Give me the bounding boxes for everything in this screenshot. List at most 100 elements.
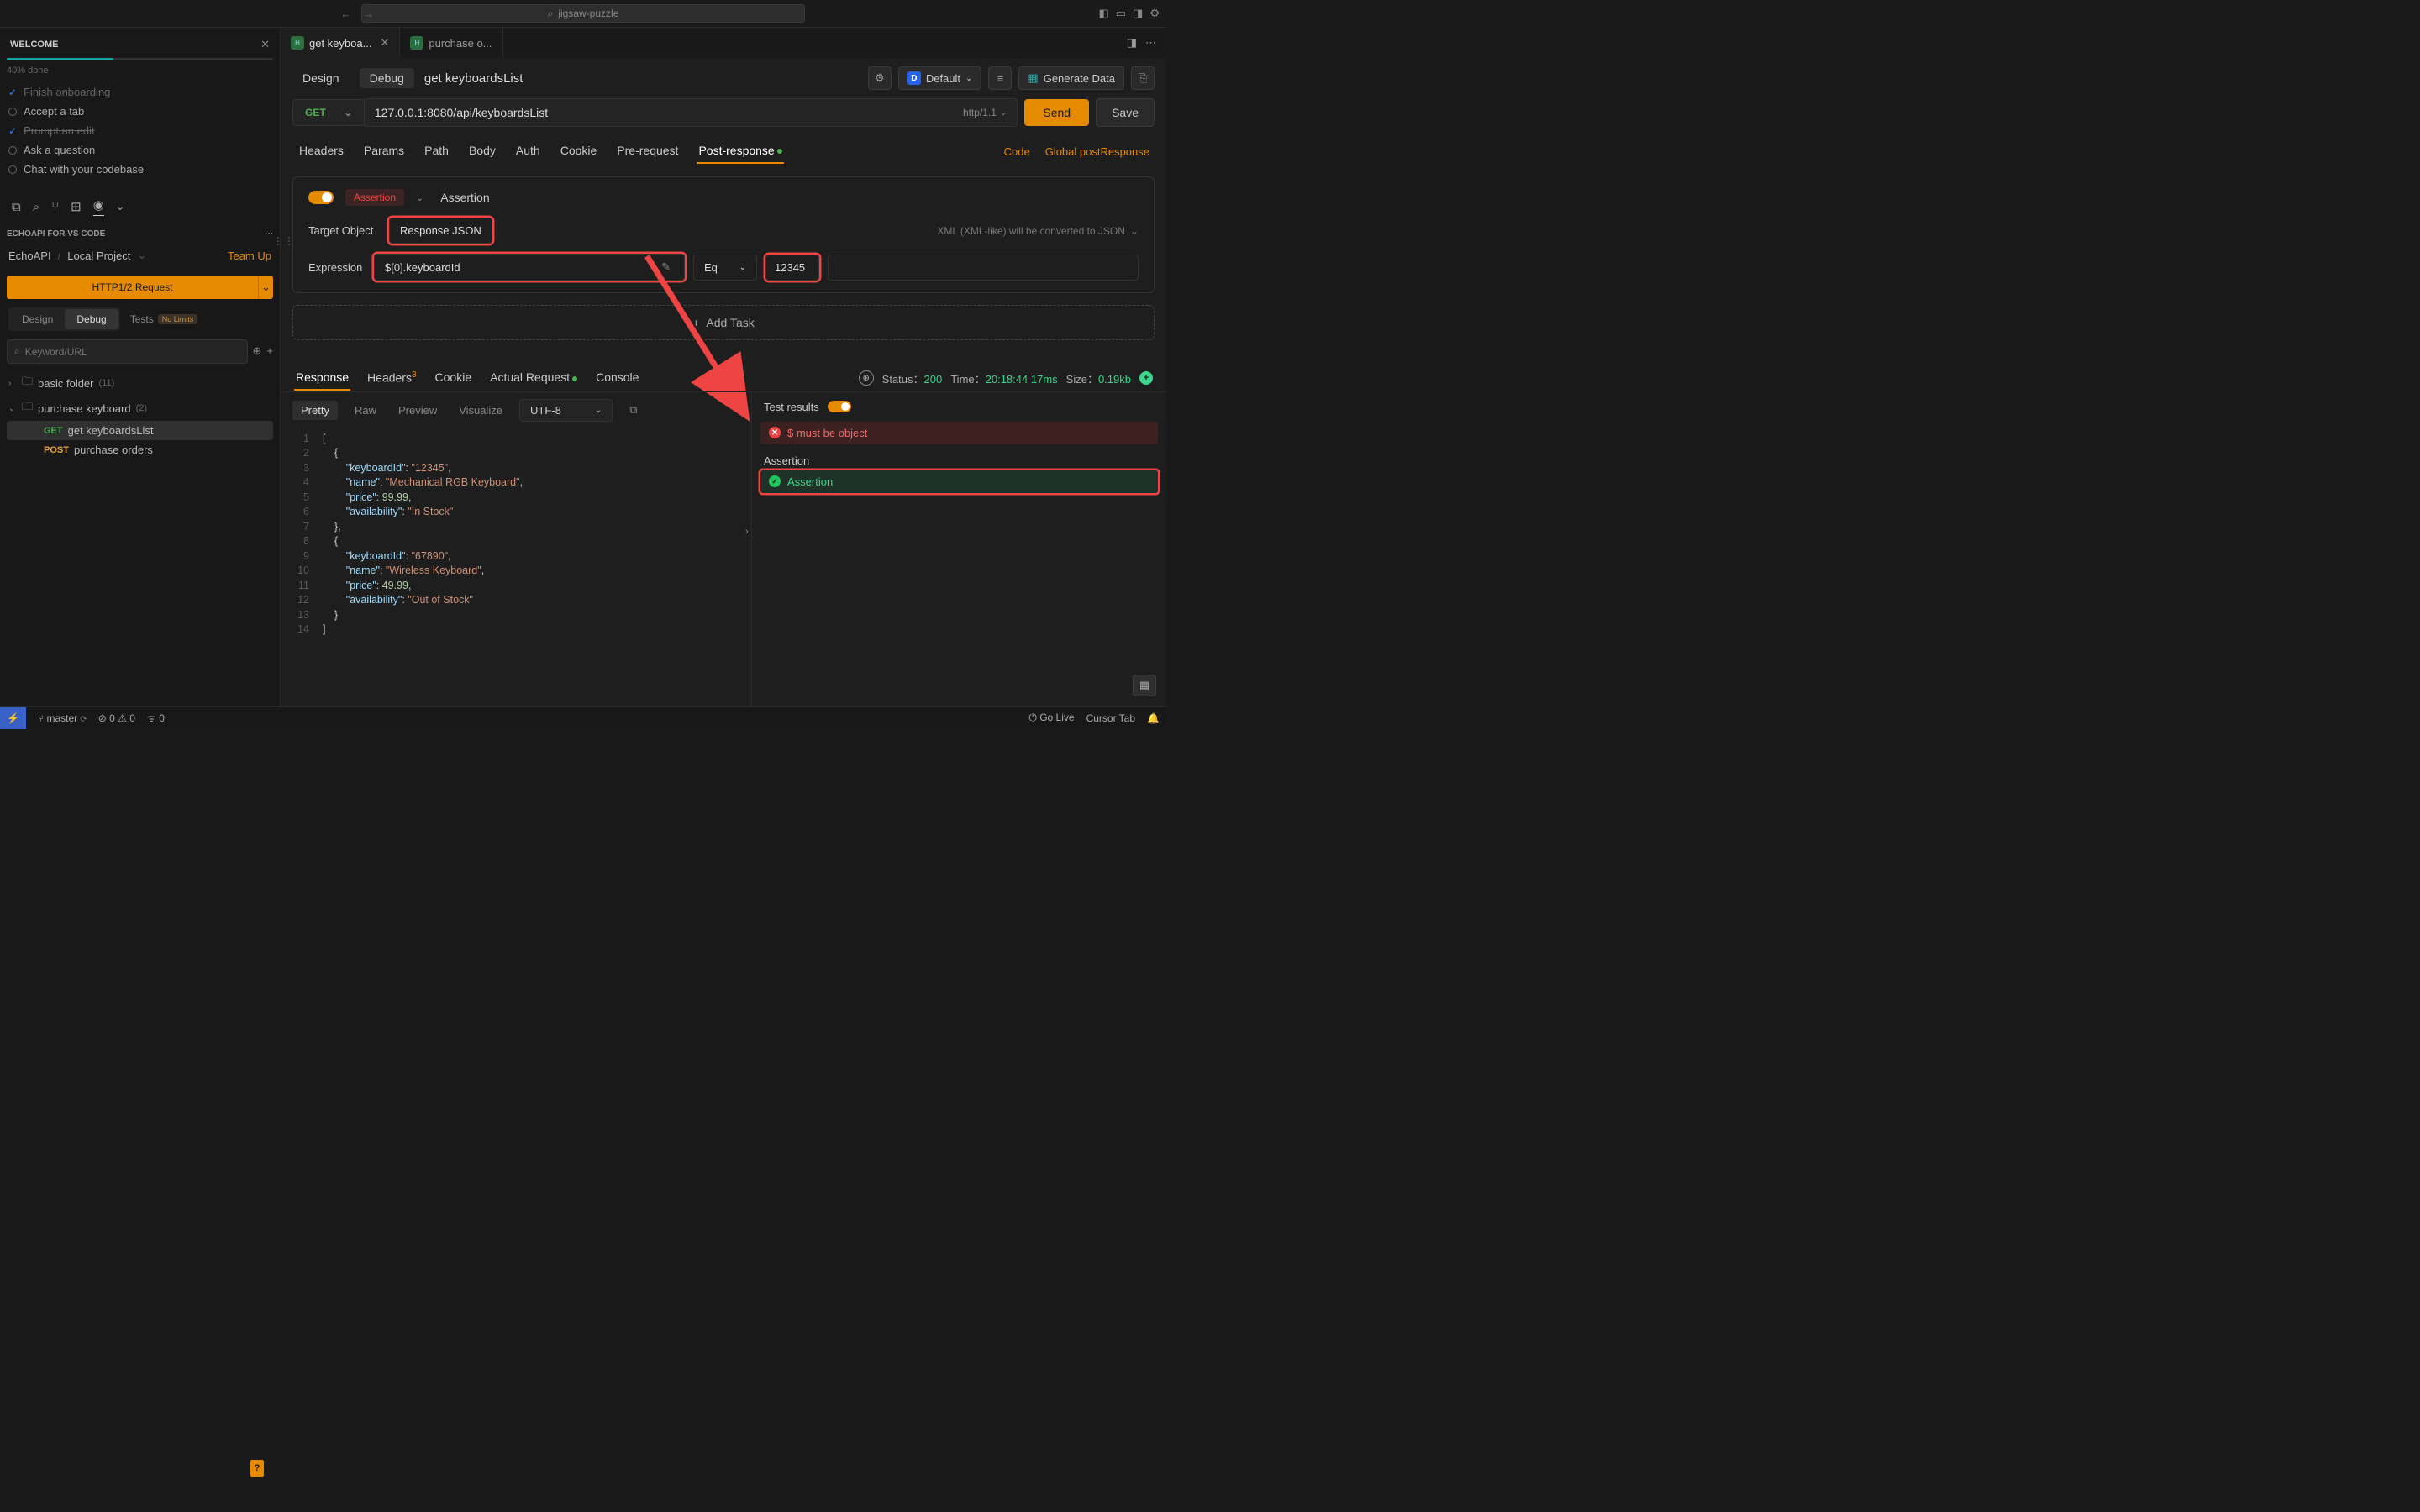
generate-data-button[interactable]: ▦ Generate Data (1018, 66, 1124, 90)
subtab-cookie[interactable]: Cookie (559, 139, 599, 164)
add-icon[interactable]: + (1139, 371, 1153, 385)
code-link[interactable]: Code (1004, 145, 1030, 158)
tree-folder[interactable]: › 🗀 basic folder (11) (7, 370, 273, 396)
subtab-postresponse[interactable]: Post-response (697, 139, 783, 164)
add-task-button[interactable]: + Add Task (292, 305, 1155, 340)
close-icon[interactable]: ✕ (260, 38, 270, 51)
chevron-down-icon[interactable]: ⌄ (258, 276, 273, 299)
crumb-root[interactable]: EchoAPI (8, 249, 51, 262)
problems-indicator[interactable]: ⊘ 0 ⚠ 0 (98, 712, 135, 724)
chevron-down-icon[interactable]: ⌄ (137, 249, 146, 262)
resp-tab-headers[interactable]: Headers3 (366, 365, 418, 391)
resp-tab-cookie[interactable]: Cookie (434, 365, 474, 391)
team-up-link[interactable]: Team Up (228, 249, 271, 262)
subtab-prerequest[interactable]: Pre-request (615, 139, 680, 164)
settings-gear-icon[interactable]: ⚙ (1150, 7, 1160, 20)
target-object-select[interactable]: Response JSON (389, 218, 492, 244)
subtab-auth[interactable]: Auth (514, 139, 542, 164)
compare-value-input[interactable]: 12345 (765, 255, 819, 281)
split-icon[interactable]: ◨ (1127, 36, 1137, 50)
subtab-headers[interactable]: Headers (297, 139, 345, 164)
branch-indicator[interactable]: ⑂ master ⟳ (38, 712, 87, 724)
welcome-task[interactable]: Ask a question (7, 140, 273, 160)
chevron-down-icon[interactable]: ⌄ (116, 201, 124, 213)
command-search[interactable]: ⌕ jigsaw-puzzle (361, 4, 805, 23)
ports-indicator[interactable]: ᯤ 0 (147, 711, 165, 725)
globe-icon[interactable]: ⊕ (859, 370, 874, 386)
json-body[interactable]: 1[2 {3 "keyboardId": "12345",4 "name": "… (281, 428, 751, 641)
url-input[interactable]: 127.0.0.1:8080/api/keyboardsList http/1.… (365, 98, 1018, 127)
chevron-down-icon[interactable]: ⌄ (416, 192, 424, 203)
tests-mode[interactable]: Tests (130, 313, 154, 325)
list-icon[interactable]: ≡ (988, 66, 1012, 90)
nav-fwd-icon[interactable]: → (363, 8, 374, 20)
ext-icon[interactable]: ⊞ (71, 199, 82, 214)
new-request-button[interactable]: HTTP1/2 Request ⌄ (7, 276, 273, 299)
fmt-pretty[interactable]: Pretty (292, 401, 338, 420)
operator-select[interactable]: Eq ⌄ (693, 255, 757, 281)
layout-right-icon[interactable]: ◨ (1133, 7, 1143, 20)
extra-input[interactable] (828, 255, 1139, 281)
global-postresponse-link[interactable]: Global postResponse (1045, 145, 1150, 158)
tree-search[interactable]: ⌕ (7, 339, 248, 364)
http-version-select[interactable]: http/1.1⌄ (963, 107, 1007, 118)
welcome-task[interactable]: ✓Finish onboarding (7, 82, 273, 102)
layout-left-icon[interactable]: ◧ (1098, 7, 1108, 20)
fmt-raw[interactable]: Raw (350, 401, 381, 420)
settings-icon[interactable]: ⚙ (868, 66, 892, 90)
chevron-right-icon[interactable]: › (745, 527, 749, 537)
tree-item[interactable]: POST purchase orders (7, 440, 273, 459)
encoding-select[interactable]: UTF-8 ⌄ (519, 399, 613, 422)
more-icon[interactable]: ⋯ (1145, 36, 1156, 50)
layout-toggle-icon[interactable]: ▦ (1133, 675, 1156, 696)
welcome-task[interactable]: ✓Prompt an edit (7, 121, 273, 140)
locate-icon[interactable]: ⊕ (253, 339, 262, 364)
tree-item[interactable]: GET get keyboardsList (7, 421, 273, 440)
editor-tab[interactable]: H purchase o... (400, 28, 502, 58)
resp-tab-response[interactable]: Response (294, 365, 350, 391)
resp-tab-actual[interactable]: Actual Request (488, 365, 579, 391)
test-results-toggle[interactable] (828, 401, 851, 412)
files-icon[interactable]: ⧉ (12, 200, 21, 214)
design-view-tab[interactable]: Design (292, 68, 350, 88)
save-button[interactable]: Save (1096, 98, 1155, 127)
copy-icon[interactable]: ⧉ (629, 403, 637, 417)
drag-handle-icon[interactable]: ⋮⋮ (273, 235, 295, 247)
send-button[interactable]: Send (1024, 99, 1089, 126)
editor-tab[interactable]: H get keyboa... ✕ (281, 28, 400, 58)
design-mode-tab[interactable]: Design (10, 309, 65, 329)
cursor-tab[interactable]: Cursor Tab (1086, 712, 1135, 724)
export-icon[interactable]: ⎘ (1131, 66, 1155, 90)
crumb-project[interactable]: Local Project (67, 249, 130, 262)
tree-folder[interactable]: ⌄ 🗀 purchase keyboard (2) (7, 396, 273, 421)
welcome-task[interactable]: Accept a tab (7, 102, 273, 121)
subtab-body[interactable]: Body (467, 139, 497, 164)
wand-icon[interactable]: ✎ (661, 260, 674, 274)
branch-icon[interactable]: ⑂ (51, 200, 59, 214)
resp-tab-console[interactable]: Console (594, 365, 640, 391)
bell-icon[interactable]: 🔔 (1147, 712, 1160, 724)
subtab-path[interactable]: Path (423, 139, 450, 164)
subtab-params[interactable]: Params (362, 139, 406, 164)
method-select[interactable]: GET ⌄ (292, 99, 365, 126)
layout-bottom-icon[interactable]: ▭ (1116, 7, 1126, 20)
nav-back-icon[interactable]: ← (340, 8, 351, 20)
expression-input[interactable]: $[0].keyboardId ✎ (374, 254, 685, 281)
debug-mode-tab[interactable]: Debug (65, 309, 118, 329)
remote-button[interactable]: ⚡ (0, 707, 26, 729)
welcome-task[interactable]: Chat with your codebase (7, 160, 273, 179)
more-icon[interactable]: ⋯ (265, 229, 273, 239)
env-select[interactable]: D Default ⌄ (898, 66, 982, 90)
help-badge[interactable]: ? (250, 1460, 264, 1477)
debug-view-tab[interactable]: Debug (360, 68, 414, 88)
fmt-visualize[interactable]: Visualize (454, 401, 508, 420)
close-icon[interactable]: ✕ (380, 36, 389, 50)
assertion-toggle[interactable] (308, 191, 334, 204)
echoapi-icon[interactable]: ◉ (93, 197, 104, 216)
chevron-down-icon[interactable]: ⌄ (1130, 225, 1139, 237)
fmt-preview[interactable]: Preview (393, 401, 442, 420)
tree-search-input[interactable] (25, 346, 240, 358)
golive-button[interactable]: ⏻ Go Live (1028, 711, 1074, 724)
add-icon[interactable]: + (266, 339, 273, 364)
search-icon[interactable]: ⌕ (33, 200, 39, 214)
